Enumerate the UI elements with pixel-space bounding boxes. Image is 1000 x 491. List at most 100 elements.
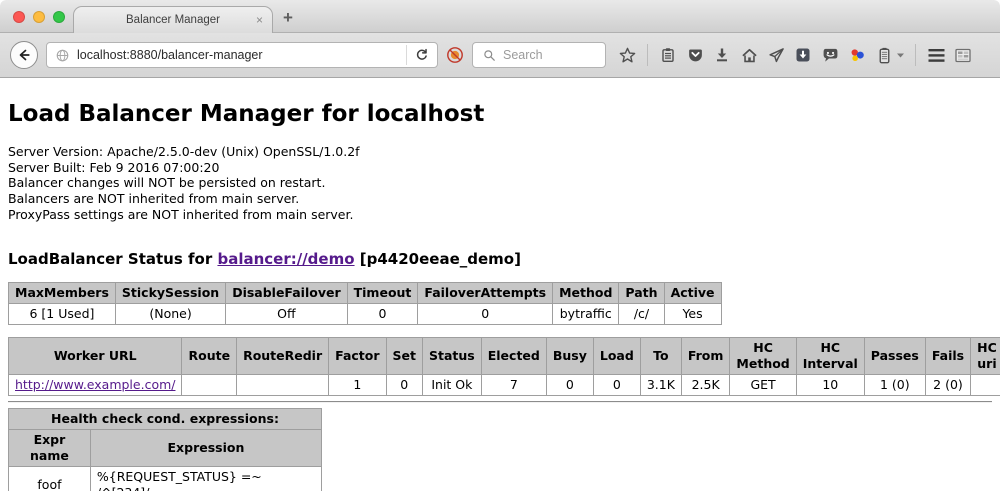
pocket-icon[interactable] xyxy=(686,46,704,64)
col-stickysession: StickySession xyxy=(115,282,225,303)
toolbar-divider xyxy=(647,44,648,66)
toolbar-divider xyxy=(915,44,916,66)
download-icon[interactable] xyxy=(713,46,731,64)
status-heading-suffix: [p4420eeae_demo] xyxy=(355,250,521,268)
blocked-plugin-icon[interactable] xyxy=(446,46,464,64)
col-method: Method xyxy=(553,282,619,303)
server-version-line: Server Version: Apache/2.5.0-dev (Unix) … xyxy=(8,144,992,160)
health-table-title: Health check cond. expressions: xyxy=(9,408,322,429)
urlbar-divider xyxy=(406,45,407,65)
col-maxmembers: MaxMembers xyxy=(9,282,116,303)
col-fails: Fails xyxy=(925,337,970,374)
url-input[interactable] xyxy=(77,48,400,62)
routeredir-value xyxy=(237,374,329,395)
to-value: 3.1K xyxy=(640,374,681,395)
tab-close-icon[interactable]: × xyxy=(256,13,263,27)
worker-header-row: Worker URL Route RouteRedir Factor Set S… xyxy=(9,337,1000,374)
col-set: Set xyxy=(386,337,422,374)
col-load: Load xyxy=(593,337,640,374)
home-icon[interactable] xyxy=(740,46,758,64)
menu-hamburger-icon[interactable] xyxy=(927,46,945,64)
send-plane-icon[interactable] xyxy=(767,46,785,64)
expression-value: %{REQUEST_STATUS} =~ /^[234]/ xyxy=(90,466,321,491)
page-title: Load Balancer Manager for localhost xyxy=(8,101,992,127)
reload-icon[interactable] xyxy=(413,46,431,64)
health-header-row: Expr name Expression xyxy=(9,429,322,466)
minimize-window-icon[interactable] xyxy=(33,11,45,23)
passes-value: 1 (0) xyxy=(864,374,925,395)
col-active: Active xyxy=(664,282,721,303)
balancer-data-row: 6 [1 Used] (None) Off 0 0 bytraffic /c/ … xyxy=(9,303,722,324)
video-download-icon[interactable] xyxy=(794,46,812,64)
globe-icon xyxy=(53,46,71,64)
url-bar[interactable] xyxy=(46,42,438,68)
load-value: 0 xyxy=(593,374,640,395)
col-path: Path xyxy=(619,282,664,303)
balancer-inherit-note: Balancers are NOT inherited from main se… xyxy=(8,191,992,207)
path-value: /c/ xyxy=(619,303,664,324)
factor-value: 1 xyxy=(329,374,386,395)
server-info: Server Version: Apache/2.5.0-dev (Unix) … xyxy=(8,144,992,223)
back-button[interactable] xyxy=(10,41,38,69)
tab-tiles-icon[interactable] xyxy=(954,46,972,64)
color-dots-icon[interactable] xyxy=(848,46,866,64)
col-hc-interval: HC Interval xyxy=(796,337,864,374)
from-value: 2.5K xyxy=(681,374,730,395)
worker-url-cell: http://www.example.com/ xyxy=(9,374,182,395)
worker-url-link[interactable]: http://www.example.com/ xyxy=(15,377,175,392)
back-arrow-icon xyxy=(16,47,32,63)
balancer-header-row: MaxMembers StickySession DisableFailover… xyxy=(9,282,722,303)
stickysession-value: (None) xyxy=(115,303,225,324)
col-expr-name: Expr name xyxy=(9,429,91,466)
chevron-down-icon xyxy=(896,46,904,64)
col-to: To xyxy=(640,337,681,374)
health-title-row: Health check cond. expressions: xyxy=(9,408,322,429)
col-timeout: Timeout xyxy=(347,282,418,303)
balancer-config-table: MaxMembers StickySession DisableFailover… xyxy=(8,282,722,325)
col-status: Status xyxy=(423,337,482,374)
col-worker-url: Worker URL xyxy=(9,337,182,374)
expr-name-value: foof xyxy=(9,466,91,491)
browser-tab[interactable]: Balancer Manager × xyxy=(73,6,273,33)
navigation-toolbar xyxy=(0,33,1000,78)
bookmark-star-icon[interactable] xyxy=(618,46,636,64)
new-tab-button[interactable]: + xyxy=(283,8,293,28)
battery-widget[interactable] xyxy=(875,46,904,64)
col-routeredir: RouteRedir xyxy=(237,337,329,374)
col-disablefailover: DisableFailover xyxy=(226,282,347,303)
set-value: 0 xyxy=(386,374,422,395)
worker-status-table: Worker URL Route RouteRedir Factor Set S… xyxy=(8,337,1000,396)
search-bar[interactable] xyxy=(472,42,606,68)
titlebar: Balancer Manager × + xyxy=(0,0,1000,33)
proxypass-inherit-note: ProxyPass settings are NOT inherited fro… xyxy=(8,207,992,223)
busy-value: 0 xyxy=(546,374,593,395)
hc-interval-value: 10 xyxy=(796,374,864,395)
browser-window: Balancer Manager × + xyxy=(0,0,1000,491)
page-content: Load Balancer Manager for localhost Serv… xyxy=(0,78,1000,491)
reading-list-icon[interactable] xyxy=(659,46,677,64)
zoom-window-icon[interactable] xyxy=(53,11,65,23)
maxmembers-value: 6 [1 Used] xyxy=(9,303,116,324)
battery-icon xyxy=(875,46,893,64)
method-value: bytraffic xyxy=(553,303,619,324)
status-heading-prefix: LoadBalancer Status for xyxy=(8,250,217,268)
col-hc-method: HC Method xyxy=(730,337,796,374)
section-divider xyxy=(8,401,992,403)
balancer-demo-link[interactable]: balancer://demo xyxy=(217,250,354,268)
col-from: From xyxy=(681,337,730,374)
search-icon xyxy=(480,46,498,64)
fails-value: 2 (0) xyxy=(925,374,970,395)
worker-data-row: http://www.example.com/ 1 0 Init Ok 7 0 … xyxy=(9,374,1000,395)
search-input[interactable] xyxy=(503,48,593,62)
hc-method-value: GET xyxy=(730,374,796,395)
col-expression: Expression xyxy=(90,429,321,466)
close-window-icon[interactable] xyxy=(13,11,25,23)
feedback-smiley-icon[interactable] xyxy=(821,46,839,64)
col-passes: Passes xyxy=(864,337,925,374)
col-elected: Elected xyxy=(481,337,546,374)
col-busy: Busy xyxy=(546,337,593,374)
col-factor: Factor xyxy=(329,337,386,374)
toolbar-icons xyxy=(618,44,972,66)
timeout-value: 0 xyxy=(347,303,418,324)
hc-uri-value xyxy=(971,374,1000,395)
